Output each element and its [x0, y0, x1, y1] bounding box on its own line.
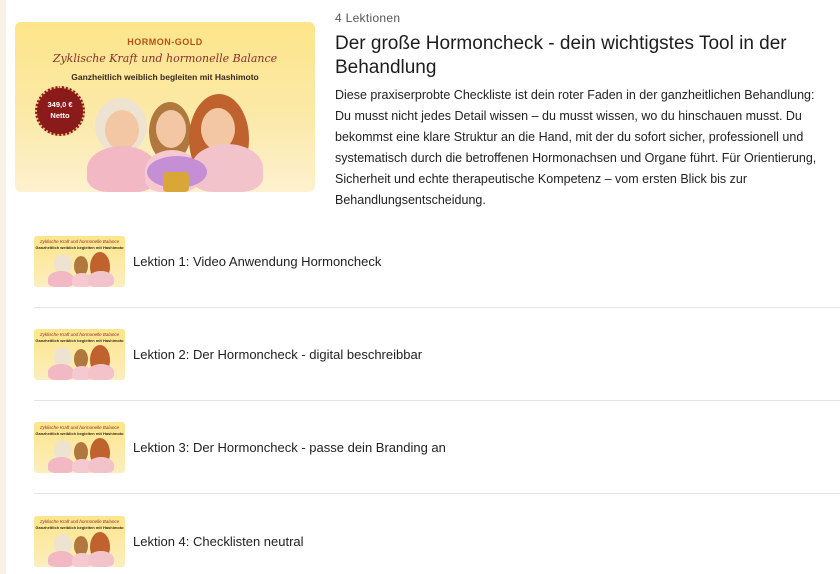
- lesson-thumbnail-subtitle: Ganzheitlich weiblich begleiten mit Hash…: [35, 525, 124, 530]
- course-title[interactable]: Der große Hormoncheck - dein wichtigstes…: [335, 32, 825, 80]
- lesson-thumbnail-subtitle: Ganzheitlich weiblich begleiten mit Hash…: [35, 245, 124, 250]
- thumbnail-subtitle: Ganzheitlich weiblich begleiten mit Hash…: [71, 72, 259, 82]
- lesson-thumbnail-script: Zyklische Kraft und hormonelle Balance: [39, 425, 120, 430]
- thumbnail-brand: HORMON-GOLD: [127, 37, 203, 47]
- lesson-thumbnail-script: Zyklische Kraft und hormonelle Balance: [39, 239, 120, 244]
- divider: [34, 400, 840, 401]
- lesson-item-3[interactable]: Zyklische Kraft und hormonelle Balance G…: [34, 402, 840, 494]
- left-edge-strip: [0, 0, 6, 574]
- course-thumbnail[interactable]: HORMON-GOLD Zyklische Kraft und hormonel…: [15, 22, 315, 192]
- lesson-thumbnail: Zyklische Kraft und hormonelle Balance G…: [34, 236, 125, 287]
- lesson-thumbnail-subtitle: Ganzheitlich weiblich begleiten mit Hash…: [35, 431, 124, 436]
- lesson-thumbnail: Zyklische Kraft und hormonelle Balance G…: [34, 516, 125, 567]
- lesson-item-1[interactable]: Zyklische Kraft und hormonelle Balance G…: [34, 216, 840, 308]
- price-value: 349,0 €: [47, 100, 73, 109]
- course-description: Diese praxiserprobte Checkliste ist dein…: [335, 88, 817, 207]
- lesson-thumbnail-subtitle: Ganzheitlich weiblich begleiten mit Hash…: [35, 338, 124, 343]
- lesson-title[interactable]: Lektion 3: Der Hormoncheck - passe dein …: [133, 440, 446, 455]
- lesson-thumbnail: Zyklische Kraft und hormonelle Balance G…: [34, 422, 125, 473]
- lesson-title[interactable]: Lektion 4: Checklisten neutral: [133, 534, 304, 549]
- lesson-title[interactable]: Lektion 2: Der Hormoncheck - digital bes…: [133, 347, 422, 362]
- lesson-thumbnail-script: Zyklische Kraft und hormonelle Balance: [39, 519, 120, 524]
- thumbnail-script-title: Zyklische Kraft und hormonelle Balance: [52, 52, 278, 65]
- lesson-thumbnail-script: Zyklische Kraft und hormonelle Balance: [39, 332, 120, 337]
- lesson-thumbnail: Zyklische Kraft und hormonelle Balance G…: [34, 329, 125, 380]
- thumbnail-photo: [87, 84, 267, 192]
- lesson-item-2[interactable]: Zyklische Kraft und hormonelle Balance G…: [34, 309, 840, 401]
- lesson-title[interactable]: Lektion 1: Video Anwendung Hormoncheck: [133, 254, 381, 269]
- lesson-count: 4 Lektionen: [335, 11, 401, 25]
- divider: [34, 307, 840, 308]
- price-note: Netto: [50, 111, 70, 120]
- lesson-item-4[interactable]: Zyklische Kraft und hormonelle Balance G…: [34, 495, 840, 574]
- divider: [34, 493, 840, 494]
- price-badge: 349,0 € Netto: [35, 86, 85, 136]
